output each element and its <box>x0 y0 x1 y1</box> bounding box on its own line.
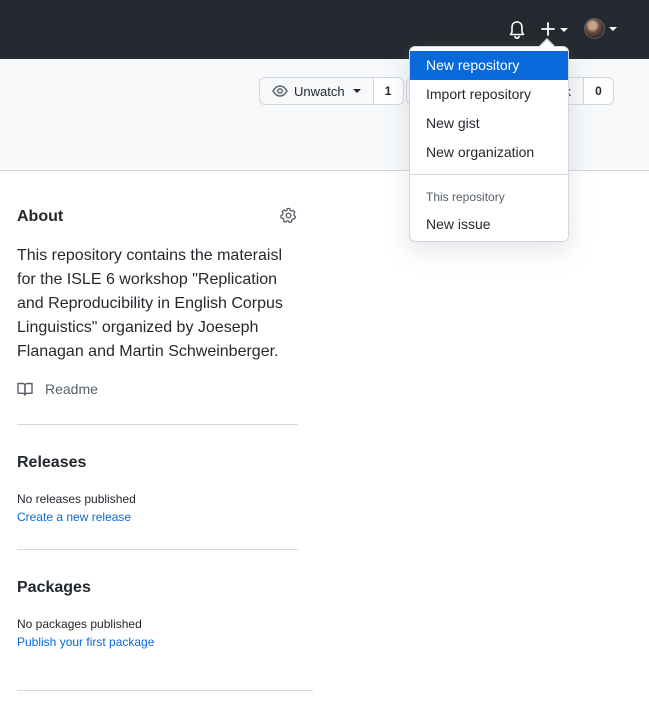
create-release-link[interactable]: Create a new release <box>17 510 131 524</box>
forks-count[interactable]: 0 <box>584 77 614 105</box>
create-new-dropdown: New repository Import repository New gis… <box>409 38 569 242</box>
no-releases-text: No releases published <box>17 492 136 506</box>
chevron-down-icon <box>352 89 361 93</box>
avatar <box>584 18 605 39</box>
readme-label: Readme <box>45 381 98 397</box>
readme-link[interactable]: Readme <box>17 381 98 397</box>
watchers-count[interactable]: 1 <box>373 77 404 105</box>
book-icon <box>17 382 33 396</box>
no-packages-text: No packages published <box>17 617 142 631</box>
chevron-down-icon <box>560 28 568 32</box>
publish-package-link[interactable]: Publish your first package <box>17 635 154 649</box>
menu-item-new-repository[interactable]: New repository <box>410 51 568 80</box>
menu-divider <box>410 174 568 175</box>
packages-heading[interactable]: Packages <box>17 579 91 597</box>
chevron-down-icon <box>609 27 617 31</box>
menu-item-new-issue[interactable]: New issue <box>410 210 568 239</box>
user-menu-button[interactable] <box>584 18 620 40</box>
releases-heading[interactable]: Releases <box>17 454 86 472</box>
unwatch-label: Unwatch <box>294 83 345 99</box>
plus-icon <box>541 22 555 36</box>
create-new-menu-button[interactable] <box>540 19 570 39</box>
divider <box>17 424 298 425</box>
bell-icon[interactable] <box>508 20 526 40</box>
eye-icon <box>272 85 288 97</box>
divider <box>17 549 298 550</box>
gear-icon[interactable] <box>280 207 297 224</box>
unwatch-button[interactable]: Unwatch <box>259 77 374 105</box>
divider <box>17 690 313 691</box>
menu-item-import-repository[interactable]: Import repository <box>410 80 568 109</box>
repo-description: This repository contains the materaisl f… <box>17 247 283 360</box>
about-heading: About <box>17 208 64 225</box>
menu-section-header: This repository <box>426 190 505 204</box>
watch-button-group: Unwatch 1 <box>259 77 404 105</box>
menu-item-new-gist[interactable]: New gist <box>410 109 568 138</box>
menu-item-new-organization[interactable]: New organization <box>410 138 568 167</box>
